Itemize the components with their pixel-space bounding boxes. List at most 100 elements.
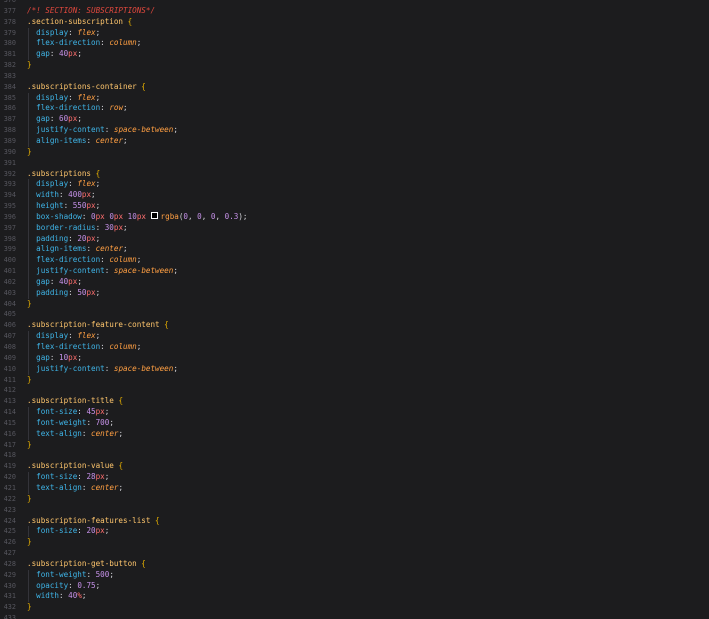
code-line[interactable]: 415 font-weight: 700; xyxy=(0,417,709,429)
code-line[interactable]: 420 font-size: 28px; xyxy=(0,472,709,483)
token-punct: : xyxy=(59,190,69,200)
color-swatch-icon[interactable] xyxy=(150,212,158,220)
code-line[interactable]: 396 box-shadow: 0px 0px 10px rgba(0, 0, … xyxy=(0,211,709,223)
code-line[interactable]: 398 padding: 20px; xyxy=(0,233,709,245)
code-line[interactable]: 432} xyxy=(0,602,709,613)
token-num: 60 xyxy=(59,114,69,124)
token-brace: { xyxy=(136,81,146,91)
code-line[interactable]: 416 text-align: center; xyxy=(0,428,709,440)
code-line[interactable]: 408 flex-direction: column; xyxy=(0,342,709,353)
token-num: 40 xyxy=(68,591,78,601)
token-punct: : xyxy=(104,266,114,276)
code-line[interactable]: 426} xyxy=(0,537,709,548)
code-line[interactable]: 424 .subscription-features-list { xyxy=(0,516,709,527)
line-content: align-items: center; xyxy=(27,136,127,147)
token-punct: ; xyxy=(95,201,101,211)
line-number: 398 xyxy=(3,234,16,243)
token-prop: font-weight xyxy=(27,569,87,579)
code-line[interactable]: 394 width: 400px; xyxy=(0,190,709,202)
code-line[interactable]: 418 xyxy=(0,450,709,461)
code-line[interactable]: 395 height: 550px; xyxy=(0,201,709,212)
code-line[interactable]: 428 .subscription-get-button { xyxy=(0,559,709,570)
token-num: 40 xyxy=(59,49,69,59)
token-prop: flex-direction xyxy=(27,38,101,48)
code-line[interactable]: 431 width: 40%; xyxy=(0,591,709,603)
token-unit: px xyxy=(68,49,78,59)
code-line[interactable]: 388 justify-content: space-between; xyxy=(0,125,709,136)
code-editor[interactable]: 376 377/*! SECTION: SUBSCRIPTIONS*/378 .se… xyxy=(0,0,709,619)
code-line[interactable]: 409 gap: 10px; xyxy=(0,352,709,364)
line-number: 379 xyxy=(3,28,16,37)
code-line[interactable]: 419 .subscription-value { xyxy=(0,461,709,472)
code-line[interactable]: 422} xyxy=(0,494,709,505)
line-content: width: 40%; xyxy=(27,591,86,602)
token-punct: : xyxy=(104,363,114,373)
code-line[interactable]: 393 display: flex; xyxy=(0,179,709,191)
code-line[interactable]: 421 text-align: center; xyxy=(0,482,709,494)
code-line[interactable]: 414 font-size: 45px; xyxy=(0,407,709,418)
token-value: flex xyxy=(77,27,96,37)
code-line[interactable]: 407 display: flex; xyxy=(0,331,709,342)
token-punct: : xyxy=(49,352,60,362)
token-prop: font-size xyxy=(27,407,78,417)
code-line[interactable]: 402 gap: 40px; xyxy=(0,276,709,288)
code-line[interactable]: 390} xyxy=(0,147,709,158)
code-line[interactable]: 405 xyxy=(0,309,709,320)
token-punct: ; xyxy=(104,526,110,536)
code-line[interactable]: 391 xyxy=(0,158,709,169)
code-line[interactable]: 410 justify-content: space-between; xyxy=(0,363,709,375)
code-line[interactable]: 378 .section-subscription { xyxy=(0,17,709,28)
code-line[interactable]: 383 xyxy=(0,71,709,82)
code-line[interactable]: 429 font-weight: 500; xyxy=(0,569,709,581)
code-line[interactable]: 427 xyxy=(0,548,709,559)
code-line[interactable]: 387 gap: 60px; xyxy=(0,114,709,126)
code-line[interactable]: 386 flex-direction: row; xyxy=(0,103,709,115)
token-punct: : xyxy=(49,114,60,124)
line-content: font-size: 45px; xyxy=(27,407,109,418)
code-line[interactable]: 400 flex-direction: column; xyxy=(0,255,709,267)
code-line[interactable]: 413 .subscription-title { xyxy=(0,396,709,407)
token-num: 400 xyxy=(68,190,82,200)
token-prop: display xyxy=(27,27,69,37)
code-line[interactable]: 433 xyxy=(0,613,709,619)
code-line[interactable]: 380 flex-direction: column; xyxy=(0,38,709,50)
code-line[interactable]: 379 display: flex; xyxy=(0,27,709,39)
code-line[interactable]: 392 .subscriptions { xyxy=(0,169,709,180)
code-line[interactable]: 411} xyxy=(0,375,709,386)
code-area[interactable]: 376 377/*! SECTION: SUBSCRIPTIONS*/378 .se… xyxy=(0,0,709,619)
token-punct: ; xyxy=(123,222,128,232)
code-line[interactable]: 384 .subscriptions-container { xyxy=(0,82,709,93)
token-punct: : xyxy=(100,103,110,113)
code-line[interactable]: 381 gap: 40px; xyxy=(0,49,709,61)
token-prop: justify-content xyxy=(27,363,105,373)
code-line[interactable]: 401 justify-content: space-between; xyxy=(0,266,709,277)
token-punct: ; xyxy=(95,331,101,341)
code-line[interactable]: 403 padding: 50px; xyxy=(0,287,709,299)
code-line[interactable]: 382} xyxy=(0,60,709,71)
token-punct: ; xyxy=(173,363,178,373)
token-punct: ; xyxy=(95,580,101,590)
code-line[interactable]: 423 xyxy=(0,505,709,516)
code-line[interactable]: 404} xyxy=(0,299,709,310)
line-number: 419 xyxy=(3,462,16,471)
code-line[interactable]: 399 align-items: center; xyxy=(0,244,709,256)
token-unit: px xyxy=(68,352,78,362)
token-selector: .subscription-feature-content xyxy=(27,320,160,330)
code-line[interactable]: 412 xyxy=(0,385,709,396)
code-line[interactable]: 377 /*! SECTION: SUBSCRIPTIONS*/ xyxy=(0,6,709,17)
line-number: 378 xyxy=(3,17,16,26)
code-line[interactable]: 430 opacity: 0.75; xyxy=(0,580,709,592)
code-line[interactable]: 417} xyxy=(0,440,709,451)
line-number: 402 xyxy=(3,277,16,286)
code-line[interactable]: 406 .subscription-feature-content { xyxy=(0,320,709,331)
line-content: gap: 40px; xyxy=(27,49,82,60)
token-value: column xyxy=(109,342,137,351)
line-number: 421 xyxy=(3,483,16,492)
line-content: gap: 40px; xyxy=(27,277,82,288)
code-line[interactable]: 389 align-items: center; xyxy=(0,135,709,147)
line-content: .subscriptions { xyxy=(27,169,100,180)
code-line[interactable]: 397 border-radius: 30px; xyxy=(0,222,709,234)
code-line[interactable]: 425 font-size: 20px; xyxy=(0,526,709,538)
code-line[interactable]: 385 display: flex; xyxy=(0,92,709,104)
line-content: justify-content: space-between; xyxy=(27,125,178,136)
